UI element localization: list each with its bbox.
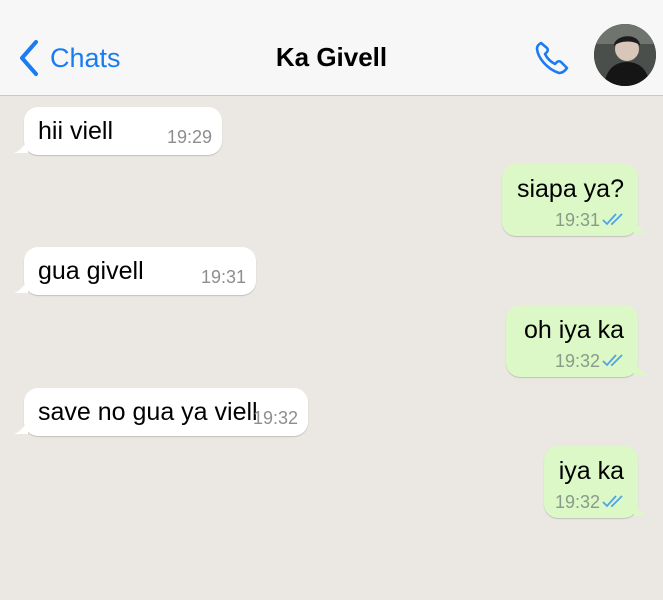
bubble-tail bbox=[14, 279, 28, 293]
chat-header: Chats Ka Givell bbox=[0, 0, 663, 96]
contact-avatar[interactable] bbox=[594, 24, 656, 86]
message-text: save no gua ya viell bbox=[38, 398, 258, 426]
message-time: 19:32 bbox=[554, 492, 600, 512]
message-time: 19:31 bbox=[554, 210, 600, 230]
message-time: 19:32 bbox=[554, 351, 600, 371]
bubble-tail bbox=[14, 420, 28, 434]
double-check-icon bbox=[602, 354, 623, 367]
message-outgoing[interactable]: iya ka 19:32 bbox=[544, 446, 648, 518]
bubble-tail bbox=[634, 502, 648, 516]
double-check-icon bbox=[602, 495, 623, 508]
bubble-tail bbox=[634, 361, 648, 375]
message-time: 19:29 bbox=[166, 127, 212, 147]
message-incoming[interactable]: save no gua ya viell 19:32 bbox=[14, 388, 308, 436]
message-incoming[interactable]: gua givell 19:31 bbox=[14, 247, 256, 295]
bubble-tail bbox=[634, 220, 648, 234]
message-incoming[interactable]: hii viell 19:29 bbox=[14, 107, 222, 155]
message-text: iya ka bbox=[558, 457, 624, 485]
message-time: 19:31 bbox=[200, 267, 246, 287]
message-text: siapa ya? bbox=[516, 175, 624, 203]
avatar-photo bbox=[594, 24, 656, 86]
message-outgoing[interactable]: oh iya ka 19:32 bbox=[506, 305, 648, 377]
message-text: gua givell bbox=[38, 257, 144, 285]
phone-icon[interactable] bbox=[532, 38, 572, 78]
message-list: hii viell 19:29 siapa ya? 19:31 gua give… bbox=[0, 96, 663, 600]
message-text: oh iya ka bbox=[523, 316, 624, 344]
message-text: hii viell bbox=[38, 117, 114, 145]
bubble-tail bbox=[14, 139, 28, 153]
double-check-icon bbox=[602, 213, 623, 226]
message-time: 19:32 bbox=[252, 408, 298, 428]
message-outgoing[interactable]: siapa ya? 19:31 bbox=[502, 164, 648, 236]
